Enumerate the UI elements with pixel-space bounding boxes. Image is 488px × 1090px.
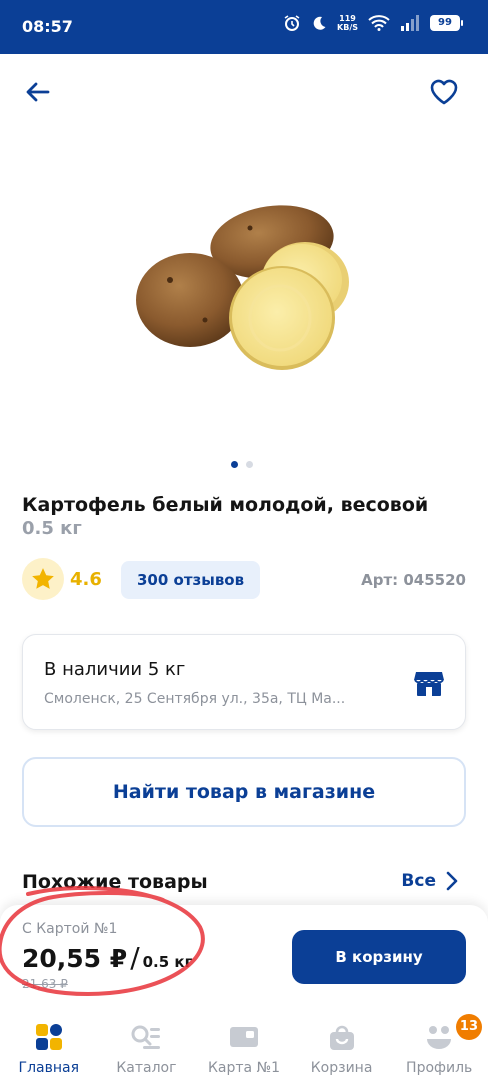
nav-item-card[interactable]: Карта №1 [195, 1010, 293, 1090]
see-all-link[interactable]: Все [401, 871, 458, 891]
status-time: 08:57 [22, 17, 73, 36]
old-price: 21,63 ₽ [22, 977, 68, 991]
reviews-button[interactable]: 300 отзывов [121, 561, 261, 599]
price-separator: / [130, 941, 140, 974]
rating-value: 4.6 [70, 569, 102, 590]
catalog-icon [131, 1025, 161, 1049]
store-icon [414, 672, 444, 696]
bottom-nav: Главная Каталог Карта №1 Корзина Профиль… [0, 1010, 488, 1090]
nav-item-home[interactable]: Главная [0, 1010, 98, 1090]
availability-title: В наличии 5 кг [44, 659, 186, 680]
status-bar: 08:57 119 KB/S 99 [0, 0, 488, 54]
product-image[interactable] [130, 200, 360, 380]
moon-icon [313, 16, 326, 30]
wifi-icon [368, 15, 390, 31]
notification-badge: 13 [455, 1014, 482, 1040]
rating-badge [22, 558, 64, 600]
favorite-button[interactable] [428, 76, 460, 108]
price-unit: 0.5 кг [142, 953, 193, 971]
image-pager [231, 461, 253, 468]
card-icon [229, 1027, 258, 1047]
home-grid-icon [35, 1024, 62, 1050]
arrow-left-icon [26, 82, 50, 102]
chevron-right-icon [446, 871, 458, 891]
product-weight: 0.5 кг [22, 518, 82, 539]
status-icons: 119 KB/S 99 [283, 14, 463, 32]
nav-label-catalog: Каталог [116, 1060, 177, 1076]
nav-label-home: Главная [18, 1060, 80, 1076]
nav-item-basket[interactable]: Корзина [293, 1010, 391, 1090]
net-speed-unit: KB/S [337, 23, 358, 32]
nav-item-catalog[interactable]: Каталог [98, 1010, 196, 1090]
nav-label-card: Карта №1 [207, 1060, 281, 1076]
net-speed-value: 119 [339, 14, 356, 23]
alarm-icon [284, 15, 300, 31]
nav-label-basket: Корзина [310, 1060, 373, 1076]
store-address: Смоленск, 25 Сентября ул., 35а, ТЦ Ма... [44, 691, 346, 707]
nav-item-profile[interactable]: Профиль 13 [390, 1010, 488, 1090]
card-price-label: С Картой №1 [22, 921, 118, 937]
add-to-cart-button[interactable]: В корзину [292, 930, 466, 984]
similar-products-title: Похожие товары [22, 871, 208, 893]
net-speed: 119 KB/S [337, 14, 358, 32]
back-button[interactable] [22, 76, 54, 108]
product-title: Картофель белый молодой, весовой [22, 494, 429, 516]
battery-indicator: 99 [430, 15, 463, 31]
pager-dot-active[interactable] [231, 461, 238, 468]
profile-icon [427, 1026, 452, 1049]
article-number: Арт: 045520 [361, 571, 466, 589]
price-panel: С Картой №1 20,55 ₽ / 0.5 кг 21,63 ₽ В к… [0, 905, 488, 1010]
nav-label-profile: Профиль [406, 1060, 473, 1076]
basket-icon [329, 1025, 354, 1050]
pager-dot[interactable] [246, 461, 253, 468]
see-all-label: Все [401, 871, 436, 891]
star-icon [32, 568, 54, 589]
availability-card[interactable]: В наличии 5 кг Смоленск, 25 Сентября ул.… [22, 634, 466, 730]
find-in-store-button[interactable]: Найти товар в магазине [22, 757, 466, 827]
price-row: 20,55 ₽ / 0.5 кг [22, 941, 192, 974]
price-value: 20,55 ₽ [22, 944, 128, 973]
signal-icon [401, 15, 419, 31]
heart-icon [430, 79, 458, 105]
